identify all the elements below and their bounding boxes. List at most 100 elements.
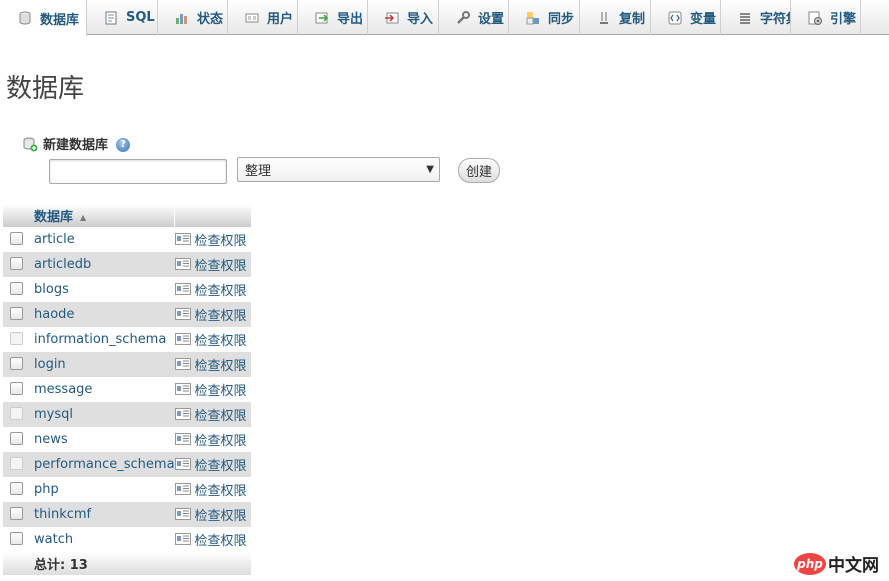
- database-link[interactable]: login: [34, 357, 66, 372]
- row-checkbox[interactable]: [10, 356, 23, 370]
- row-checkbox[interactable]: [10, 306, 23, 320]
- tab-users[interactable]: 用户: [228, 0, 298, 35]
- database-link[interactable]: watch: [34, 532, 73, 547]
- check-privileges-link[interactable]: 检查权限: [174, 280, 247, 299]
- database-link[interactable]: performance_schema: [34, 457, 175, 472]
- tab-engine[interactable]: 引擎: [791, 0, 861, 35]
- table-row: login 检查权限: [3, 352, 251, 377]
- database-link[interactable]: news: [34, 432, 68, 447]
- database-link[interactable]: article: [34, 232, 75, 247]
- check-privileges-link[interactable]: 检查权限: [174, 430, 247, 449]
- database-link[interactable]: haode: [34, 307, 74, 322]
- tab-label: 用户: [267, 12, 294, 27]
- check-privileges-link[interactable]: 检查权限: [174, 480, 247, 499]
- privileges-icon: [174, 333, 191, 346]
- tab-settings[interactable]: 设置: [439, 0, 509, 35]
- privileges-cell: 检查权限: [174, 352, 251, 377]
- table-row: mysql 检查权限: [3, 402, 251, 427]
- tab-replication[interactable]: 复制: [580, 0, 651, 35]
- row-check-cell: [3, 252, 29, 277]
- total-empty-cell: [174, 552, 251, 575]
- tab-status[interactable]: 状态: [158, 0, 228, 35]
- tab-variables[interactable]: 变量: [651, 0, 721, 35]
- privileges-cell: 检查权限: [174, 427, 251, 452]
- row-checkbox[interactable]: [10, 256, 23, 270]
- settings-icon: [455, 10, 471, 26]
- database-link[interactable]: mysql: [34, 407, 73, 422]
- check-privileges-link[interactable]: 检查权限: [174, 355, 247, 374]
- row-check-cell: [3, 277, 29, 302]
- row-check-cell: [3, 227, 29, 252]
- database-link[interactable]: message: [34, 382, 92, 397]
- check-privileges-label: 检查权限: [194, 408, 247, 424]
- row-checkbox[interactable]: [10, 231, 23, 245]
- check-privileges-link[interactable]: 检查权限: [174, 255, 247, 274]
- database-link[interactable]: blogs: [34, 282, 69, 297]
- database-table: 数据库 ▲ article 检查权限 articledb 检查权限 blogs 检查权限 ha…: [3, 204, 251, 575]
- check-privileges-link[interactable]: 检查权限: [174, 305, 247, 324]
- check-privileges-link[interactable]: 检查权限: [174, 380, 247, 399]
- row-checkbox[interactable]: [10, 481, 23, 495]
- tab-import[interactable]: 导入: [368, 0, 439, 35]
- database-name-cell: articledb: [29, 252, 175, 277]
- row-check-cell: [3, 302, 29, 327]
- sync-icon: [525, 10, 541, 26]
- database-link[interactable]: php: [34, 482, 59, 497]
- table-row: article 检查权限: [3, 227, 251, 252]
- check-privileges-link[interactable]: 检查权限: [174, 530, 247, 549]
- check-privileges-link[interactable]: 检查权限: [174, 330, 247, 349]
- row-checkbox[interactable]: [10, 506, 23, 520]
- tab-database[interactable]: 数据库: [0, 0, 87, 36]
- row-check-cell: [3, 402, 29, 427]
- tab-sync[interactable]: 同步: [509, 0, 580, 35]
- privileges-cell: 检查权限: [174, 252, 251, 277]
- privileges-icon: [174, 408, 191, 421]
- create-button[interactable]: 创建: [458, 158, 500, 183]
- database-link[interactable]: information_schema: [34, 332, 166, 347]
- table-row: information_schema 检查权限: [3, 327, 251, 352]
- header-database-name[interactable]: 数据库 ▲: [29, 204, 176, 227]
- privileges-cell: 检查权限: [174, 377, 251, 402]
- row-check-cell: [3, 477, 29, 502]
- row-checkbox[interactable]: [10, 381, 23, 395]
- total-empty-cell: [3, 552, 29, 575]
- database-link[interactable]: articledb: [34, 257, 91, 272]
- check-privileges-link[interactable]: 检查权限: [174, 405, 247, 424]
- check-privileges-label: 检查权限: [194, 258, 247, 274]
- database-name-input[interactable]: [49, 159, 227, 184]
- dropdown-arrow-icon: ▼: [426, 164, 434, 175]
- tab-sql[interactable]: SQL: [87, 0, 158, 35]
- privileges-icon: [174, 233, 191, 246]
- row-checkbox[interactable]: [10, 431, 23, 445]
- row-check-cell: [3, 327, 29, 352]
- check-privileges-label: 检查权限: [194, 533, 247, 549]
- sort-ascending-icon[interactable]: ▲: [80, 213, 86, 222]
- help-icon[interactable]: ?: [116, 137, 131, 152]
- check-privileges-link[interactable]: 检查权限: [174, 505, 247, 524]
- row-checkbox: [10, 406, 23, 420]
- create-database-text: 新建数据库: [43, 138, 109, 153]
- check-privileges-label: 检查权限: [194, 458, 247, 474]
- database-icon: [17, 10, 33, 26]
- collation-select[interactable]: 整理 ▼: [237, 157, 440, 182]
- check-privileges-label: 检查权限: [194, 383, 247, 399]
- database-name-cell: haode: [29, 302, 175, 327]
- check-privileges-label: 检查权限: [194, 308, 247, 324]
- database-link[interactable]: thinkcmf: [34, 507, 91, 522]
- check-privileges-link[interactable]: 检查权限: [174, 230, 247, 249]
- check-privileges-label: 检查权限: [194, 333, 247, 349]
- create-database-label: 新建数据库 ?: [22, 134, 131, 153]
- tab-label: 复制: [619, 12, 646, 27]
- sql-icon: [103, 10, 119, 26]
- check-privileges-label: 检查权限: [194, 483, 247, 499]
- row-checkbox[interactable]: [10, 281, 23, 295]
- check-privileges-label: 检查权限: [194, 508, 247, 524]
- table-header-row: 数据库 ▲: [3, 204, 251, 227]
- header-check-cell: [3, 204, 29, 227]
- tab-export[interactable]: 导出: [298, 0, 368, 35]
- tab-charset[interactable]: 字符集: [721, 0, 791, 35]
- database-name-cell: php: [29, 477, 175, 502]
- row-checkbox[interactable]: [10, 531, 23, 545]
- check-privileges-link[interactable]: 检查权限: [174, 455, 247, 474]
- charset-icon: [737, 10, 753, 26]
